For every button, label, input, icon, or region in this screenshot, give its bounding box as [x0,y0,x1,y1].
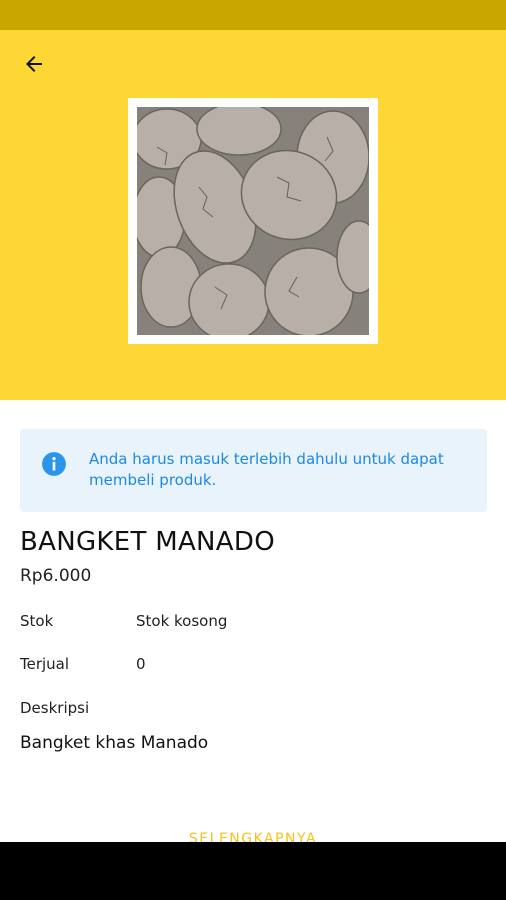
status-bar [0,0,506,30]
product-image [137,107,369,335]
navigation-bar [0,842,506,900]
login-notice: Anda harus masuk terlebih dahulu untuk d… [20,429,487,512]
description-label: Deskripsi [20,699,90,717]
notice-text: Anda harus masuk terlebih dahulu untuk d… [89,450,444,489]
product-price: Rp6.000 [20,566,92,586]
back-button[interactable] [18,48,50,80]
info-icon [42,452,66,476]
stock-value: Stok kosong [136,612,228,630]
product-image-frame [128,98,378,344]
sold-value: 0 [136,655,146,673]
product-title: BANGKET MANADO [20,527,275,557]
sold-label: Terjual [20,655,70,673]
arrow-left-icon [26,56,42,72]
stock-label: Stok [20,612,54,630]
description-text: Bangket khas Manado [20,733,209,753]
